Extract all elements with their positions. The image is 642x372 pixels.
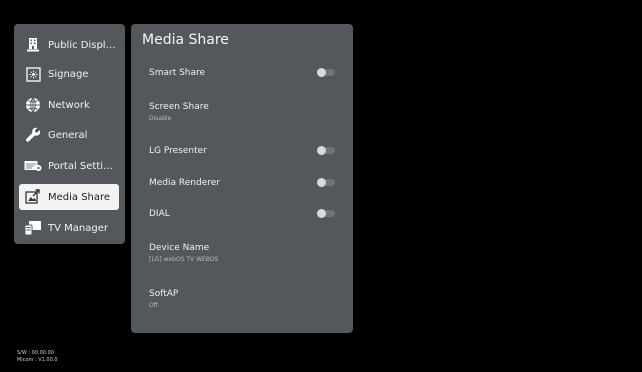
menu-item-label: Public Display... bbox=[48, 39, 119, 51]
toggle-knob bbox=[317, 178, 326, 187]
dial-toggle[interactable] bbox=[317, 209, 335, 218]
menu-item-label: Media Share bbox=[48, 191, 111, 203]
menu-item-label: General bbox=[48, 129, 88, 141]
settings-screen: Public Display... Signage Network Genera… bbox=[0, 0, 642, 372]
softap-row[interactable]: SoftAP Off bbox=[149, 288, 335, 310]
row-label: Media Renderer bbox=[149, 178, 220, 188]
building-icon bbox=[24, 36, 42, 54]
menu-item-tv-manager[interactable]: TV Manager bbox=[19, 215, 119, 241]
network-globe-icon bbox=[24, 96, 42, 114]
media-renderer-row[interactable]: Media Renderer bbox=[149, 177, 335, 189]
row-label: SoftAP bbox=[149, 289, 179, 299]
dial-row[interactable]: DIAL bbox=[149, 208, 335, 220]
version-info: S/W : 00.00.00 Micom : V1.00.0 bbox=[17, 350, 58, 364]
menu-item-label: Network bbox=[48, 99, 90, 111]
menu-item-label: TV Manager bbox=[48, 222, 108, 234]
row-value: Disable bbox=[149, 115, 172, 122]
row-label: Smart Share bbox=[149, 68, 206, 78]
menu-item-label: Signage bbox=[48, 68, 89, 80]
row-label: Screen Share bbox=[149, 102, 209, 112]
row-value: Off bbox=[149, 302, 158, 309]
micom-version: Micom : V1.00.0 bbox=[17, 357, 58, 363]
menu-item-media-share[interactable]: Media Share bbox=[19, 184, 119, 210]
menu-item-network[interactable]: Network bbox=[19, 92, 119, 118]
software-version: S/W : 00.00.00 bbox=[17, 350, 54, 356]
lg-presenter-row[interactable]: LG Presenter bbox=[149, 145, 335, 157]
smart-share-row[interactable]: Smart Share bbox=[149, 67, 335, 79]
tv-manager-icon bbox=[24, 219, 42, 237]
menu-item-public-display[interactable]: Public Display... bbox=[19, 32, 119, 58]
panel-title: Media Share bbox=[142, 32, 229, 48]
lg-presenter-toggle[interactable] bbox=[317, 146, 335, 155]
portal-settings-icon bbox=[24, 157, 42, 175]
device-name-row[interactable]: Device Name [LG] webOS TV WEBOS bbox=[149, 242, 335, 264]
media-renderer-toggle[interactable] bbox=[317, 178, 335, 187]
row-label: Device Name bbox=[149, 243, 210, 253]
smart-share-toggle[interactable] bbox=[317, 68, 335, 77]
row-value: [LG] webOS TV WEBOS bbox=[149, 256, 219, 263]
menu-item-signage[interactable]: Signage bbox=[19, 61, 119, 87]
signage-icon bbox=[24, 65, 42, 83]
toggle-knob bbox=[317, 68, 326, 77]
menu-item-label: Portal Settings bbox=[48, 160, 119, 172]
wrench-icon bbox=[24, 126, 42, 144]
media-share-icon bbox=[24, 188, 42, 206]
media-share-panel: Media Share Smart Share Screen Share Dis… bbox=[131, 24, 353, 333]
toggle-knob bbox=[317, 209, 326, 218]
screen-share-row[interactable]: Screen Share Disable bbox=[149, 101, 335, 123]
settings-menu: Public Display... Signage Network Genera… bbox=[14, 24, 125, 244]
menu-item-portal-settings[interactable]: Portal Settings bbox=[19, 153, 119, 179]
menu-item-general[interactable]: General bbox=[19, 122, 119, 148]
toggle-knob bbox=[317, 146, 326, 155]
row-label: DIAL bbox=[149, 209, 170, 219]
row-label: LG Presenter bbox=[149, 146, 207, 156]
